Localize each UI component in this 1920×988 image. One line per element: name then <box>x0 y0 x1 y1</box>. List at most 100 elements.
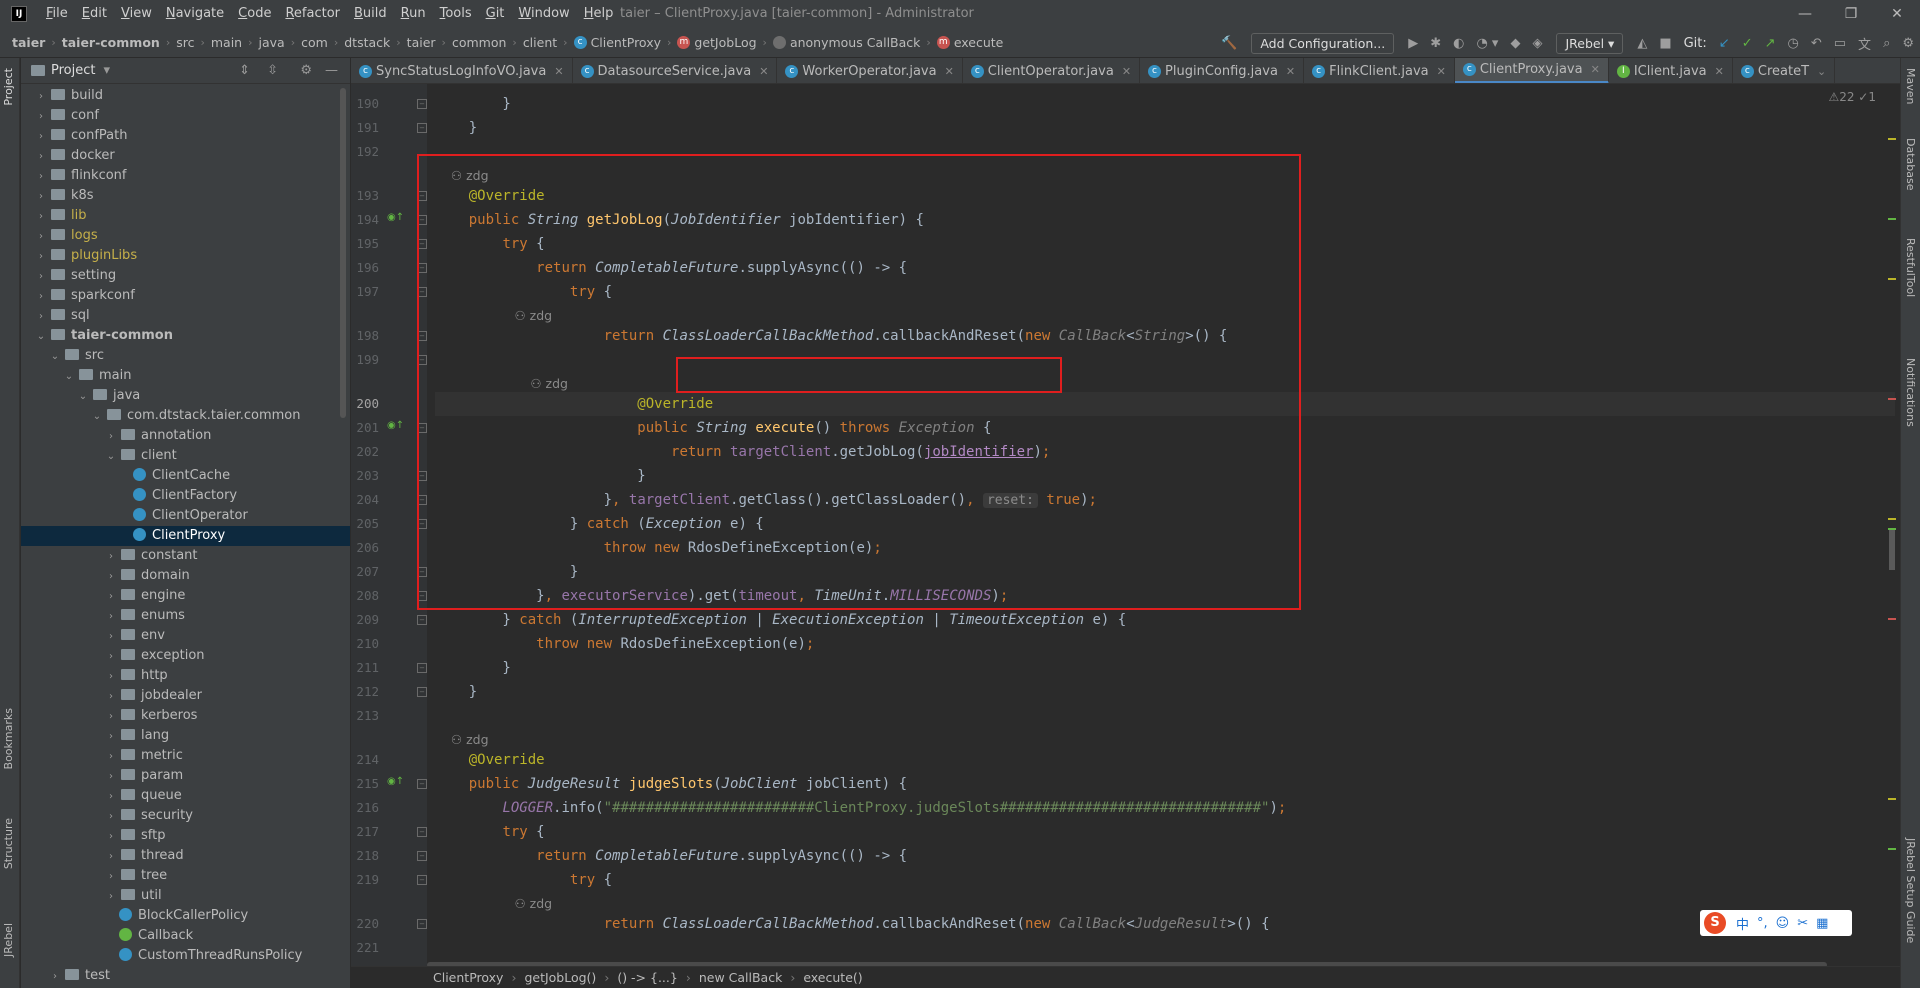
tree-item[interactable]: ClientOperator <box>21 506 350 526</box>
bookmarks-tool-tab[interactable]: Bookmarks <box>2 708 15 769</box>
close-tab-icon[interactable]: ✕ <box>759 65 768 78</box>
code-line[interactable]: } <box>435 92 510 116</box>
tree-item[interactable]: › confPath <box>21 126 350 146</box>
scroll-marker[interactable] <box>1888 618 1896 620</box>
breadcrumb-item[interactable]: › common <box>436 35 507 50</box>
structure-tool-tab[interactable]: Structure <box>2 818 15 869</box>
jrebel-tool-icon[interactable]: ◭ <box>1637 36 1647 51</box>
scroll-marker[interactable] <box>1888 278 1896 280</box>
jrebel-run-icon[interactable]: ◆ <box>1510 36 1520 51</box>
chevron-icon[interactable]: › <box>35 167 47 187</box>
chevron-icon[interactable]: › <box>35 267 47 287</box>
fold-marker-icon[interactable]: − <box>417 99 427 109</box>
chevron-icon[interactable]: ⌄ <box>77 387 89 407</box>
chevron-icon[interactable]: › <box>35 247 47 267</box>
tree-item[interactable]: › kerberos <box>21 706 350 726</box>
maven-tool-tab[interactable]: Maven <box>1904 68 1917 104</box>
chevron-icon[interactable]: ⌄ <box>91 407 103 427</box>
editor-tab[interactable]: c WorkerOperator.java ✕ <box>777 58 963 83</box>
tree-item[interactable]: › security <box>21 806 350 826</box>
tree-item[interactable]: › conf <box>21 106 350 126</box>
tree-item[interactable]: › util <box>21 886 350 906</box>
chevron-icon[interactable]: › <box>35 127 47 147</box>
tree-item[interactable]: ClientProxy <box>21 526 350 546</box>
tree-item[interactable]: › thread <box>21 846 350 866</box>
ime-chinese-toggle[interactable]: 中 <box>1736 914 1749 933</box>
search-icon[interactable]: ⌕ <box>1883 36 1890 51</box>
editor-tab[interactable]: c ClientProxy.java ✕ <box>1454 58 1609 83</box>
breadcrumb-item[interactable]: › anonymous CallBack <box>757 35 921 50</box>
restful-tool-tab[interactable]: RestfulTool <box>1904 238 1917 297</box>
breadcrumb-item[interactable]: › client <box>506 35 557 50</box>
history-icon[interactable]: ◷ <box>1788 36 1799 51</box>
chevron-icon[interactable]: › <box>49 967 61 987</box>
chevron-icon[interactable]: › <box>105 747 117 767</box>
chevron-icon[interactable]: › <box>105 787 117 807</box>
scroll-marker[interactable] <box>1888 798 1896 800</box>
menu-navigate[interactable]: Navigate <box>159 0 231 28</box>
editor-tab[interactable]: c ClientOperator.java ✕ <box>963 58 1141 83</box>
hide-panel-icon[interactable]: — <box>325 63 338 78</box>
editor-tab[interactable]: c CreateT ⌄ <box>1733 58 1836 83</box>
collapse-all-icon[interactable]: ⇳ <box>267 63 278 78</box>
project-tool-tab[interactable]: Project <box>2 68 15 106</box>
chevron-down-icon[interactable]: ▾ <box>103 63 110 78</box>
tab-overflow-icon[interactable]: ⌄ <box>1817 65 1826 78</box>
fold-marker-icon[interactable]: − <box>417 827 427 837</box>
breadcrumb-item[interactable]: › c ClientProxy <box>557 35 661 50</box>
translate-icon[interactable]: 文 <box>1858 34 1871 53</box>
editor-tab[interactable]: c PluginConfig.java ✕ <box>1140 58 1305 83</box>
chevron-icon[interactable]: › <box>105 707 117 727</box>
code-line[interactable]: } <box>435 116 477 140</box>
chevron-icon[interactable]: › <box>35 107 47 127</box>
override-marker-icon[interactable]: ◉↑ <box>387 420 404 434</box>
fold-marker-icon[interactable]: − <box>417 779 427 789</box>
tree-item[interactable]: › lib <box>21 206 350 226</box>
code-line[interactable]: public JudgeResult judgeSlots(JobClient … <box>435 772 907 796</box>
tree-item[interactable]: CustomThreadRunsPolicy <box>21 946 350 966</box>
tree-item[interactable]: › engine <box>21 586 350 606</box>
tree-item[interactable]: › setting <box>21 266 350 286</box>
expand-all-icon[interactable]: ⇕ <box>239 63 250 78</box>
chevron-icon[interactable]: › <box>105 547 117 567</box>
tree-item[interactable]: › metric <box>21 746 350 766</box>
chevron-icon[interactable]: › <box>105 827 117 847</box>
breadcrumb-item[interactable]: › main <box>194 35 242 50</box>
code-line[interactable]: return CompletableFuture.supplyAsync(() … <box>435 844 907 868</box>
menu-view[interactable]: View <box>114 0 159 28</box>
close-icon[interactable]: ✕ <box>1874 0 1920 28</box>
tree-item[interactable]: ⌄ main <box>21 366 350 386</box>
tree-item[interactable]: › sparkconf <box>21 286 350 306</box>
scroll-marker[interactable] <box>1888 138 1896 140</box>
chevron-icon[interactable]: ⌄ <box>63 367 75 387</box>
restore-icon[interactable]: ❐ <box>1828 0 1874 28</box>
chevron-icon[interactable]: › <box>35 187 47 207</box>
editor-tab[interactable]: c SyncStatusLogInfoVO.java ✕ <box>351 58 573 83</box>
database-tool-tab[interactable]: Database <box>1904 138 1917 191</box>
tree-item[interactable]: › constant <box>21 546 350 566</box>
close-tab-icon[interactable]: ✕ <box>1715 65 1724 78</box>
notifications-tool-tab[interactable]: Notifications <box>1904 358 1917 427</box>
tree-item[interactable]: › http <box>21 666 350 686</box>
tree-item[interactable]: ⌄ java <box>21 386 350 406</box>
scroll-marker[interactable] <box>1888 528 1896 530</box>
scroll-thumb[interactable] <box>1889 530 1895 570</box>
menu-window[interactable]: Window <box>511 0 576 28</box>
editor-marker-scrollbar[interactable] <box>1888 98 1896 958</box>
breadcrumb-item[interactable]: › java <box>242 35 285 50</box>
chevron-icon[interactable]: ⌄ <box>35 327 47 347</box>
fold-marker-icon[interactable]: − <box>417 851 427 861</box>
layout-icon[interactable]: ▭ <box>1834 36 1846 51</box>
scroll-marker[interactable] <box>1888 218 1896 220</box>
chevron-icon[interactable]: › <box>105 567 117 587</box>
breadcrumb-item[interactable]: › taier <box>390 35 435 50</box>
chevron-icon[interactable]: › <box>105 887 117 907</box>
tree-item[interactable]: › docker <box>21 146 350 166</box>
menu-tools[interactable]: Tools <box>433 0 479 28</box>
tree-item[interactable]: › pluginLibs <box>21 246 350 266</box>
scroll-marker[interactable] <box>1888 518 1896 520</box>
git-push-icon[interactable]: ↗ <box>1765 36 1776 51</box>
tree-item[interactable]: › queue <box>21 786 350 806</box>
close-tab-icon[interactable]: ✕ <box>1122 65 1131 78</box>
gear-icon[interactable]: ⚙ <box>300 63 312 78</box>
